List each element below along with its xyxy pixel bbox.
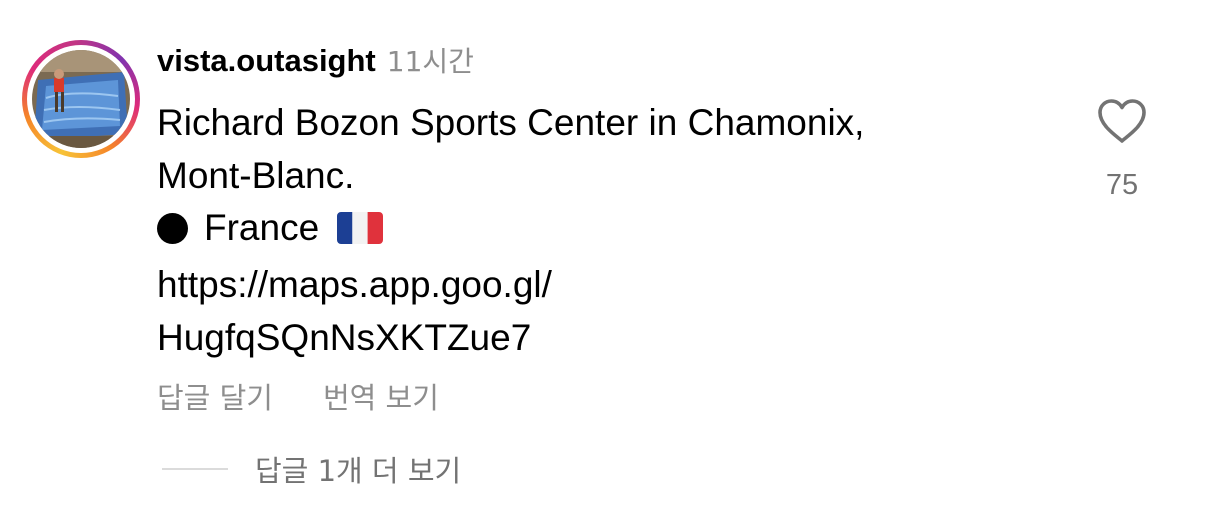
maps-link-line: https://maps.app.goo.gl/	[157, 264, 552, 305]
like-section: 75	[1092, 97, 1152, 202]
comment-header: vista.outasight 11시간	[157, 40, 474, 84]
view-replies-button[interactable]: 답글 1개 더 보기	[162, 448, 461, 490]
comment-text: Richard Bozon Sports Center in Chamonix,…	[157, 96, 1057, 202]
view-replies-label: 답글 1개 더 보기	[255, 454, 462, 488]
france-flag-icon	[337, 212, 384, 244]
black-circle-icon	[157, 212, 188, 244]
avatar-image	[32, 50, 130, 148]
comment-actions: 답글 달기 번역 보기	[157, 375, 439, 417]
timestamp: 11시간	[386, 45, 474, 78]
comment-text-line: Richard Bozon Sports Center in Chamonix,	[157, 102, 865, 143]
reply-button[interactable]: 답글 달기	[157, 375, 273, 417]
comment-item: vista.outasight 11시간 Richard Bozon Sport…	[0, 0, 1206, 509]
avatar[interactable]	[22, 40, 140, 158]
maps-link-line: HugfqSQnNsXKTZue7	[157, 317, 532, 358]
location-name: France	[204, 207, 320, 248]
replies-divider	[162, 468, 228, 470]
comment-text-line: Mont-Blanc.	[157, 155, 355, 196]
heart-outline-icon[interactable]	[1096, 97, 1148, 145]
maps-link[interactable]: https://maps.app.goo.gl/ HugfqSQnNsXKTZu…	[157, 258, 552, 364]
username[interactable]: vista.outasight	[157, 43, 376, 79]
location-line: France	[157, 203, 384, 253]
like-count: 75	[1105, 169, 1139, 201]
translate-button[interactable]: 번역 보기	[323, 375, 439, 417]
